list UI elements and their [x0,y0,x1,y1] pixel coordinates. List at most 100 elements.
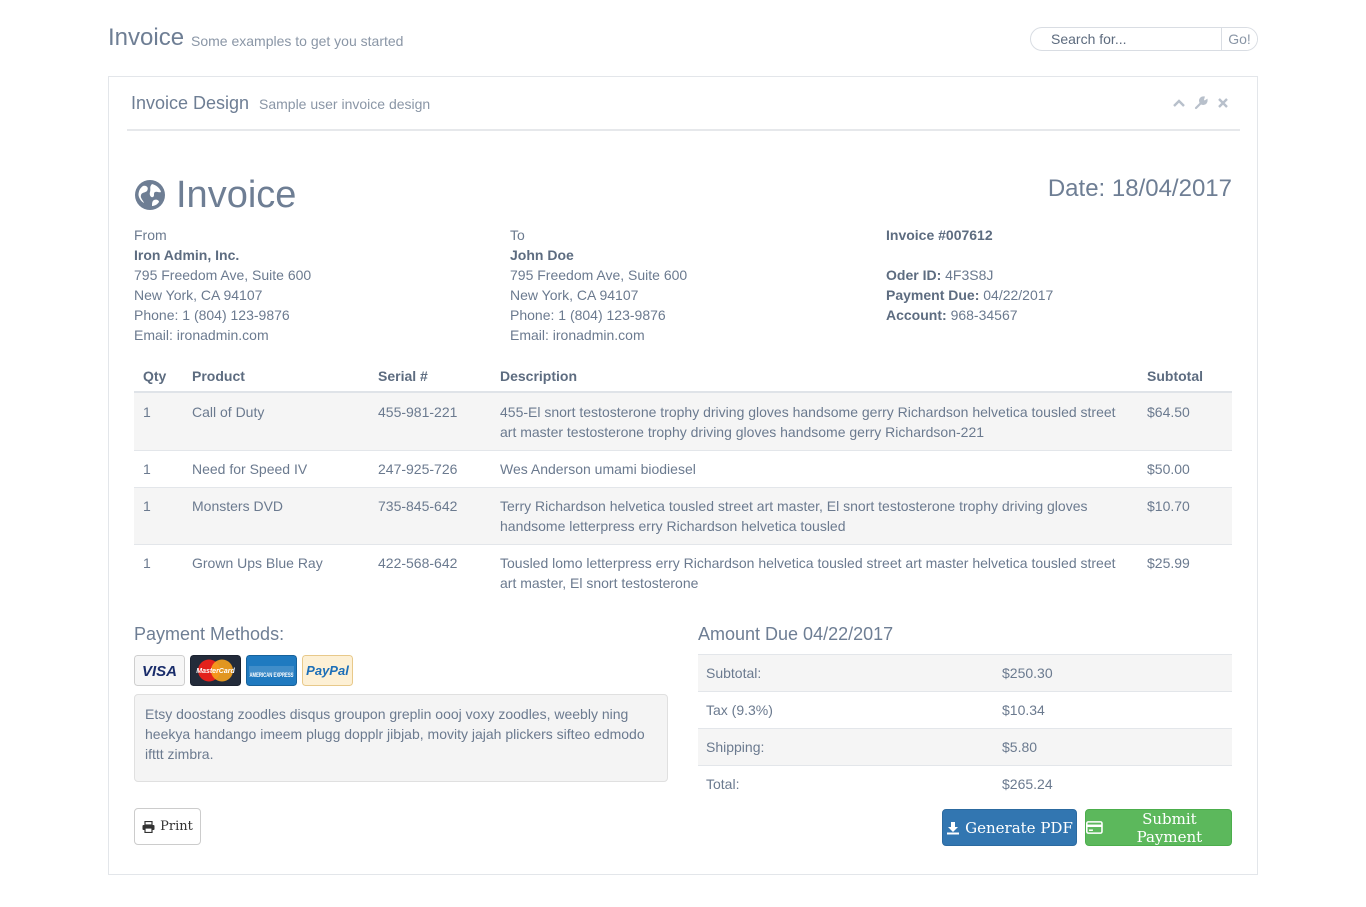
generate-pdf-button[interactable]: Generate PDF [942,809,1077,846]
table-row: 1 Monsters DVD 735-845-642 Terry Richard… [134,487,1232,545]
invoice-heading: Invoice [134,175,296,215]
credit-card-icon [1086,821,1103,834]
panel-header: Invoice Design Sample user invoice desig… [127,77,1240,131]
items-table: Qty Product Serial # Description Subtota… [134,360,1232,602]
from-city: New York, CA 94107 [134,287,263,303]
item-qty: 1 [134,392,183,451]
item-description: 455-El snort testosterone trophy driving… [491,392,1138,451]
item-product: Need for Speed IV [183,450,369,488]
totals-row-shipping: Shipping: $5.80 [698,728,1232,766]
from-address: From Iron Admin, Inc. 795 Freedom Ave, S… [134,225,311,345]
from-phone: Phone: 1 (804) 123-9876 [134,307,290,323]
item-description: Wes Anderson umami biodiesel [491,450,1138,488]
print-label: Print [160,819,193,834]
item-serial: 422-568-642 [378,555,458,571]
col-qty: Qty [134,360,183,393]
col-description: Description [491,360,1138,393]
item-subtotal: $25.99 [1147,555,1190,571]
order-id-label: Oder ID: [886,267,942,283]
item-qty: 1 [143,555,151,571]
invoice-meta: Invoice #007612 Oder ID: 4F3S8J Payment … [886,225,1053,325]
search-box: Go! [1030,27,1258,51]
invoice-number: Invoice #007612 [886,227,993,243]
panel-subtitle: Sample user invoice design [259,96,431,112]
search-go-button[interactable]: Go! [1221,28,1257,50]
svg-text:PayPal: PayPal [306,663,349,678]
payment-due-value: 04/22/2017 [983,287,1054,303]
close-icon[interactable] [1216,96,1230,110]
totals-label: Tax (9.3%) [698,691,994,729]
from-street: 795 Freedom Ave, Suite 600 [134,267,312,283]
from-label: From [134,227,167,243]
globe-icon [135,180,165,210]
item-subtotal: $64.50 [1138,392,1232,451]
amount-due-title: Amount Due 04/22/2017 [698,624,894,644]
generate-pdf-label: Generate PDF [965,818,1073,837]
item-serial: 455-981-221 [369,392,491,451]
item-subtotal: $50.00 [1138,450,1232,488]
from-email: Email: ironadmin.com [134,327,269,343]
invoice-date: Date: 18/04/2017 [1047,175,1232,202]
submit-payment-label: Submit Payment [1136,809,1203,846]
totals-label: Subtotal: [698,654,994,692]
svg-text:AMERICAN EXPRESS: AMERICAN EXPRESS [250,672,294,679]
item-description: Terry Richardson helvetica tousled stree… [491,487,1138,545]
page-header: Invoice Some examples to get you started… [108,22,1258,56]
table-row: 1 Call of Duty 455-981-221 455-El snort … [134,392,1232,451]
paypal-icon: PayPal [302,655,353,686]
to-city: New York, CA 94107 [510,287,639,303]
table-row: 1 Grown Ups Blue Ray 422-568-642 Tousled… [134,545,1232,602]
totals-label: Total: [698,765,994,803]
from-name: Iron Admin, Inc. [134,247,240,263]
to-label: To [510,227,525,243]
payment-note: Etsy doostang zoodles disqus groupon gre… [134,694,668,782]
panel-title: Invoice Design [131,93,250,113]
payment-cards: VISA MasterCard AMERICAN EXPRESS PayPal [134,655,353,686]
to-street: 795 Freedom Ave, Suite 600 [510,267,688,283]
col-product: Product [183,360,369,393]
to-address: To John Doe 795 Freedom Ave, Suite 600 N… [510,225,687,345]
to-name: John Doe [510,247,574,263]
invoice-title: Invoice [176,174,297,216]
totals-row-tax: Tax (9.3%) $10.34 [698,691,1232,729]
totals-label: Shipping: [698,728,994,766]
col-subtotal: Subtotal [1138,360,1232,393]
table-row: 1 Need for Speed IV 247-925-726 Wes Ande… [134,450,1232,488]
col-serial: Serial # [369,360,491,393]
item-qty: 1 [134,487,183,545]
collapse-icon[interactable] [1172,96,1186,110]
to-phone: Phone: 1 (804) 123-9876 [510,307,666,323]
totals-table: Subtotal: $250.30 Tax (9.3%) $10.34 Ship… [698,654,1232,803]
panel-tools [1172,96,1230,110]
totals-value: $10.34 [994,691,1232,729]
svg-text:MasterCard: MasterCard [196,668,235,675]
item-serial: 735-845-642 [369,487,491,545]
amex-icon: AMERICAN EXPRESS [246,655,297,686]
svg-text:VISA: VISA [142,663,177,680]
item-product: Grown Ups Blue Ray [192,555,323,571]
account-label: Account: [886,307,947,323]
item-description: Tousled lomo letterpress erry Richardson… [500,555,1116,591]
item-serial: 247-925-726 [369,450,491,488]
mastercard-icon: MasterCard [190,655,241,686]
print-button[interactable]: Print [134,808,201,845]
wrench-icon[interactable] [1194,96,1208,110]
page-title: Invoice [108,24,185,51]
account-value: 968-34567 [950,307,1018,323]
print-icon [142,820,155,833]
items-header-row: Qty Product Serial # Description Subtota… [134,360,1232,393]
totals-value: $265.24 [994,765,1232,803]
to-email: Email: ironadmin.com [510,327,645,343]
item-product: Monsters DVD [183,487,369,545]
totals-value: $5.80 [994,728,1232,766]
page-subtitle: Some examples to get you started [191,33,404,49]
totals-row-subtotal: Subtotal: $250.30 [698,654,1232,692]
item-qty: 1 [134,450,183,488]
visa-icon: VISA [134,655,185,686]
order-id-value: 4F3S8J [945,267,994,283]
totals-value: $250.30 [994,654,1232,692]
search-input[interactable] [1032,29,1220,49]
download-icon [947,821,960,834]
item-product: Call of Duty [183,392,369,451]
submit-payment-button[interactable]: Submit Payment [1085,809,1232,846]
